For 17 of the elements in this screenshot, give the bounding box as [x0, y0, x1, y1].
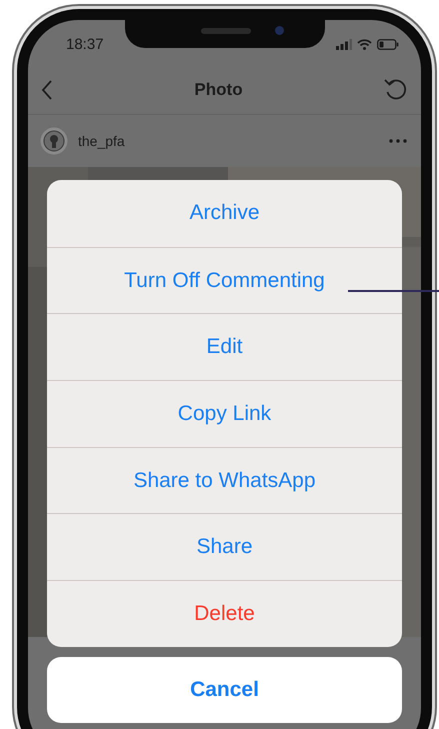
- status-time: 18:37: [66, 36, 104, 52]
- wifi-icon: [357, 38, 372, 50]
- username[interactable]: the_pfa: [78, 133, 379, 149]
- action-button[interactable]: Share: [47, 513, 402, 580]
- back-icon[interactable]: [40, 79, 54, 101]
- signal-icon: [336, 38, 352, 50]
- action-button[interactable]: Share to WhatsApp: [47, 446, 402, 514]
- avatar-icon[interactable]: [40, 127, 68, 155]
- delete-button[interactable]: Delete: [47, 580, 402, 647]
- more-icon[interactable]: [389, 139, 407, 143]
- action-button[interactable]: Copy Link: [47, 380, 402, 447]
- cancel-button[interactable]: Cancel: [47, 656, 402, 723]
- battery-icon: [377, 38, 399, 50]
- action-button[interactable]: Archive: [47, 180, 402, 247]
- nav-title: Photo: [194, 80, 243, 100]
- camera-icon: [274, 26, 284, 35]
- action-button[interactable]: Edit: [47, 313, 402, 380]
